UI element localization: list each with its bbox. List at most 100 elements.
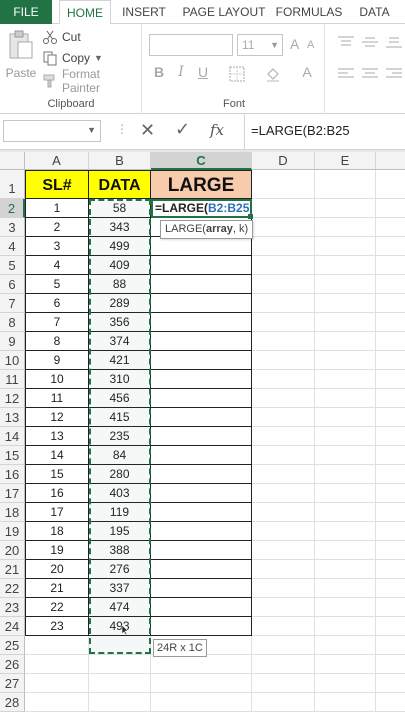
grid-cell[interactable] xyxy=(252,560,315,579)
table-cell-data[interactable]: 337 xyxy=(89,579,151,598)
table-cell-data[interactable]: 88 xyxy=(89,275,151,294)
font-color-button[interactable]: A xyxy=(299,64,315,80)
underline-button[interactable]: U xyxy=(195,64,211,80)
grid-cell[interactable] xyxy=(315,408,376,427)
row-header-26[interactable]: 26 xyxy=(0,655,25,674)
table-cell-data[interactable]: 289 xyxy=(89,294,151,313)
table-cell-large[interactable] xyxy=(151,693,252,712)
row-header-8[interactable]: 8 xyxy=(0,313,25,332)
table-cell-sl[interactable]: 8 xyxy=(25,332,89,351)
table-cell-data[interactable]: 310 xyxy=(89,370,151,389)
grid-cell[interactable] xyxy=(252,636,315,655)
grow-font-button[interactable]: A xyxy=(290,36,299,52)
grid-cell[interactable] xyxy=(376,237,405,256)
row-header-11[interactable]: 11 xyxy=(0,370,25,389)
table-cell-sl[interactable]: 6 xyxy=(25,294,89,313)
borders-icon[interactable] xyxy=(229,66,245,82)
grid-cell[interactable] xyxy=(252,408,315,427)
grid-cell[interactable] xyxy=(376,484,405,503)
table-cell-data[interactable]: 474 xyxy=(89,598,151,617)
row-header-10[interactable]: 10 xyxy=(0,351,25,370)
row-header-22[interactable]: 22 xyxy=(0,579,25,598)
grid-cell[interactable] xyxy=(315,503,376,522)
italic-button[interactable]: I xyxy=(173,64,189,80)
table-cell-data[interactable]: 409 xyxy=(89,256,151,275)
grid-cell[interactable] xyxy=(376,674,405,693)
grid-cell[interactable] xyxy=(252,275,315,294)
grid-cell[interactable] xyxy=(376,313,405,332)
grid-cell[interactable] xyxy=(376,389,405,408)
tab-insert[interactable]: INSERT xyxy=(118,0,170,24)
grid-cell[interactable] xyxy=(376,218,405,237)
table-cell-data[interactable] xyxy=(89,655,151,674)
table-cell-data[interactable]: 403 xyxy=(89,484,151,503)
row-header-7[interactable]: 7 xyxy=(0,294,25,313)
grid-cell[interactable] xyxy=(315,598,376,617)
grid-cell[interactable] xyxy=(376,408,405,427)
table-cell-large[interactable] xyxy=(151,560,252,579)
grid-cell[interactable] xyxy=(376,541,405,560)
table-cell-sl[interactable]: 11 xyxy=(25,389,89,408)
grid-cell[interactable] xyxy=(252,522,315,541)
table-cell-data[interactable]: 356 xyxy=(89,313,151,332)
middle-align-icon[interactable] xyxy=(362,36,378,48)
column-header-b[interactable]: B xyxy=(89,152,151,170)
row-header-12[interactable]: 12 xyxy=(0,389,25,408)
table-cell-sl[interactable]: 17 xyxy=(25,503,89,522)
grid-cell[interactable] xyxy=(252,351,315,370)
table-cell-large[interactable] xyxy=(151,674,252,693)
table-cell-large[interactable] xyxy=(151,275,252,294)
shrink-font-button[interactable]: A xyxy=(307,39,314,51)
row-header-15[interactable]: 15 xyxy=(0,446,25,465)
table-cell-sl[interactable]: 10 xyxy=(25,370,89,389)
table-cell-sl[interactable]: 1 xyxy=(25,199,89,218)
row-header-21[interactable]: 21 xyxy=(0,560,25,579)
table-cell-data[interactable]: 119 xyxy=(89,503,151,522)
grid-cell[interactable] xyxy=(315,237,376,256)
grid-cell[interactable] xyxy=(252,579,315,598)
table-cell-data[interactable] xyxy=(89,636,151,655)
table-cell-large[interactable] xyxy=(151,313,252,332)
table-cell-large[interactable] xyxy=(151,294,252,313)
grid-cell[interactable] xyxy=(376,560,405,579)
row-header-6[interactable]: 6 xyxy=(0,275,25,294)
table-cell-large[interactable] xyxy=(151,522,252,541)
table-cell-data[interactable]: 84 xyxy=(89,446,151,465)
grid-cell[interactable] xyxy=(376,503,405,522)
grid-cell[interactable] xyxy=(315,617,376,636)
grid-cell[interactable] xyxy=(376,446,405,465)
grid-cell[interactable] xyxy=(376,275,405,294)
table-cell-large[interactable] xyxy=(151,389,252,408)
grid-cell[interactable] xyxy=(252,446,315,465)
table-cell-data[interactable]: 415 xyxy=(89,408,151,427)
grid-cell[interactable] xyxy=(315,275,376,294)
row-header-14[interactable]: 14 xyxy=(0,427,25,446)
table-cell-sl[interactable] xyxy=(25,674,89,693)
tab-data[interactable]: DATA xyxy=(352,0,397,24)
table-cell-sl[interactable]: 18 xyxy=(25,522,89,541)
row-header-3[interactable]: 3 xyxy=(0,218,25,237)
table-cell-data[interactable]: 388 xyxy=(89,541,151,560)
grid-cell[interactable] xyxy=(252,465,315,484)
table-cell-data[interactable]: 421 xyxy=(89,351,151,370)
grid-cell[interactable] xyxy=(376,351,405,370)
header-cell-sl[interactable]: SL# xyxy=(25,170,89,199)
grid-cell[interactable] xyxy=(252,503,315,522)
grid-cell[interactable] xyxy=(376,617,405,636)
cell-f1[interactable] xyxy=(376,170,405,199)
grid-cell[interactable] xyxy=(315,465,376,484)
table-cell-sl[interactable]: 2 xyxy=(25,218,89,237)
insert-function-button[interactable]: fx xyxy=(210,121,224,139)
table-cell-sl[interactable] xyxy=(25,636,89,655)
grid-cell[interactable] xyxy=(315,579,376,598)
grid-cell[interactable] xyxy=(315,484,376,503)
row-header-4[interactable]: 4 xyxy=(0,237,25,256)
row-header-5[interactable]: 5 xyxy=(0,256,25,275)
row-header-19[interactable]: 19 xyxy=(0,522,25,541)
fill-handle[interactable] xyxy=(248,214,253,219)
bold-button[interactable]: B xyxy=(151,64,167,80)
table-cell-large[interactable] xyxy=(151,256,252,275)
row-header-9[interactable]: 9 xyxy=(0,332,25,351)
table-cell-sl[interactable]: 14 xyxy=(25,446,89,465)
grid-cell[interactable] xyxy=(315,636,376,655)
